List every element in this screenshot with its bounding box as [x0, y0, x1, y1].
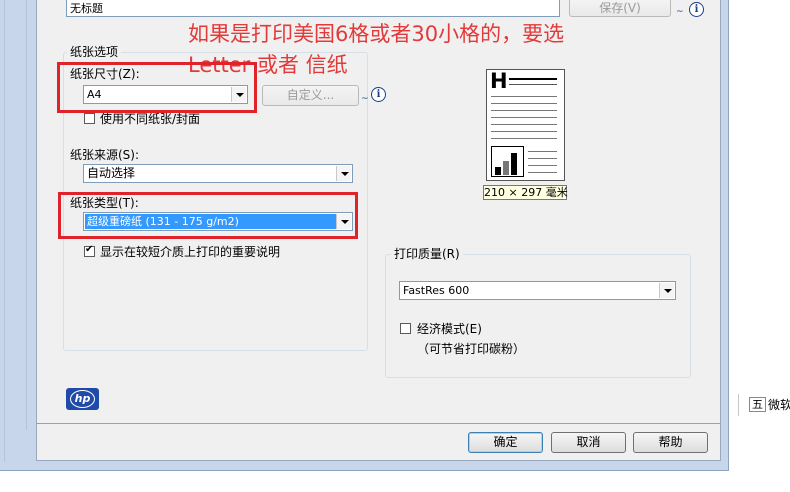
info-icon[interactable]: i — [371, 87, 386, 102]
info-link-dots: ~ — [361, 94, 369, 104]
print-quality-dropdown[interactable]: FastRes 600 — [399, 281, 676, 300]
different-paper-checkbox[interactable] — [84, 113, 95, 124]
window-inner-edge — [26, 0, 27, 430]
preview-line — [528, 158, 557, 159]
preview-chart-bar — [511, 153, 517, 175]
preview-chart-bar — [495, 167, 501, 175]
preview-line — [491, 110, 557, 111]
ime-mode-indicator[interactable]: 五 — [749, 397, 766, 412]
paper-dimension-label: 210 × 297 毫米 — [483, 185, 568, 200]
chevron-down-icon[interactable] — [336, 166, 351, 181]
help-button[interactable]: 帮助 — [633, 432, 708, 453]
highlight-paper-type — [58, 192, 358, 239]
economode-checkbox[interactable] — [400, 323, 411, 334]
economode-note: （可节省打印碳粉） — [417, 342, 526, 356]
preview-line — [491, 131, 557, 132]
footer-separator — [36, 423, 720, 424]
preview-chart-icon — [491, 146, 524, 177]
economode-label: 经济模式(E) — [417, 322, 482, 336]
info-icon[interactable]: i — [689, 2, 704, 17]
paper-source-label: 纸张来源(S): — [70, 148, 140, 162]
ime-name-text: 微软 — [768, 398, 790, 412]
print-quality-value: FastRes 600 — [403, 284, 470, 297]
preview-line — [491, 138, 557, 139]
preview-line — [491, 117, 557, 118]
paper-source-dropdown[interactable]: 自动选择 — [83, 164, 353, 183]
preview-line — [509, 78, 557, 80]
preview-line — [528, 151, 557, 152]
hp-logo-text: hp — [70, 390, 95, 408]
show-tips-checkbox[interactable] — [84, 244, 95, 257]
different-paper-label: 使用不同纸张/封面 — [100, 112, 201, 126]
paper-source-value: 自动选择 — [87, 166, 136, 180]
preview-line — [528, 165, 557, 166]
info-link-dots: ~ — [676, 7, 684, 17]
custom-size-button[interactable]: 自定义... — [262, 85, 359, 106]
ok-button[interactable]: 确定 — [468, 432, 543, 453]
toolbar-divider — [738, 394, 739, 416]
cancel-button[interactable]: 取消 — [551, 432, 626, 453]
save-button[interactable]: 保存(V) — [569, 0, 671, 17]
preview-line — [491, 124, 557, 125]
preview-heading-letter: H — [490, 69, 508, 93]
document-name-field[interactable]: 无标题 — [66, 0, 560, 17]
hp-logo: hp — [66, 388, 99, 410]
preview-line — [491, 103, 557, 104]
annotation-line-1: 如果是打印美国6格或者30小格的，要选 — [188, 22, 565, 46]
page-preview: H — [486, 69, 565, 181]
preview-chart-bar — [503, 161, 509, 175]
show-tips-label: 显示在较短介质上打印的重要说明 — [100, 245, 281, 259]
chevron-down-icon[interactable] — [659, 283, 674, 298]
print-quality-group — [385, 254, 691, 378]
preview-line — [528, 172, 557, 173]
window-left-edge — [4, 0, 5, 462]
highlight-paper-size — [57, 62, 257, 113]
preview-line — [509, 84, 557, 85]
print-quality-label: 打印质量(R) — [391, 247, 463, 261]
paper-options-label: 纸张选项 — [67, 45, 122, 59]
preview-line — [491, 96, 557, 97]
